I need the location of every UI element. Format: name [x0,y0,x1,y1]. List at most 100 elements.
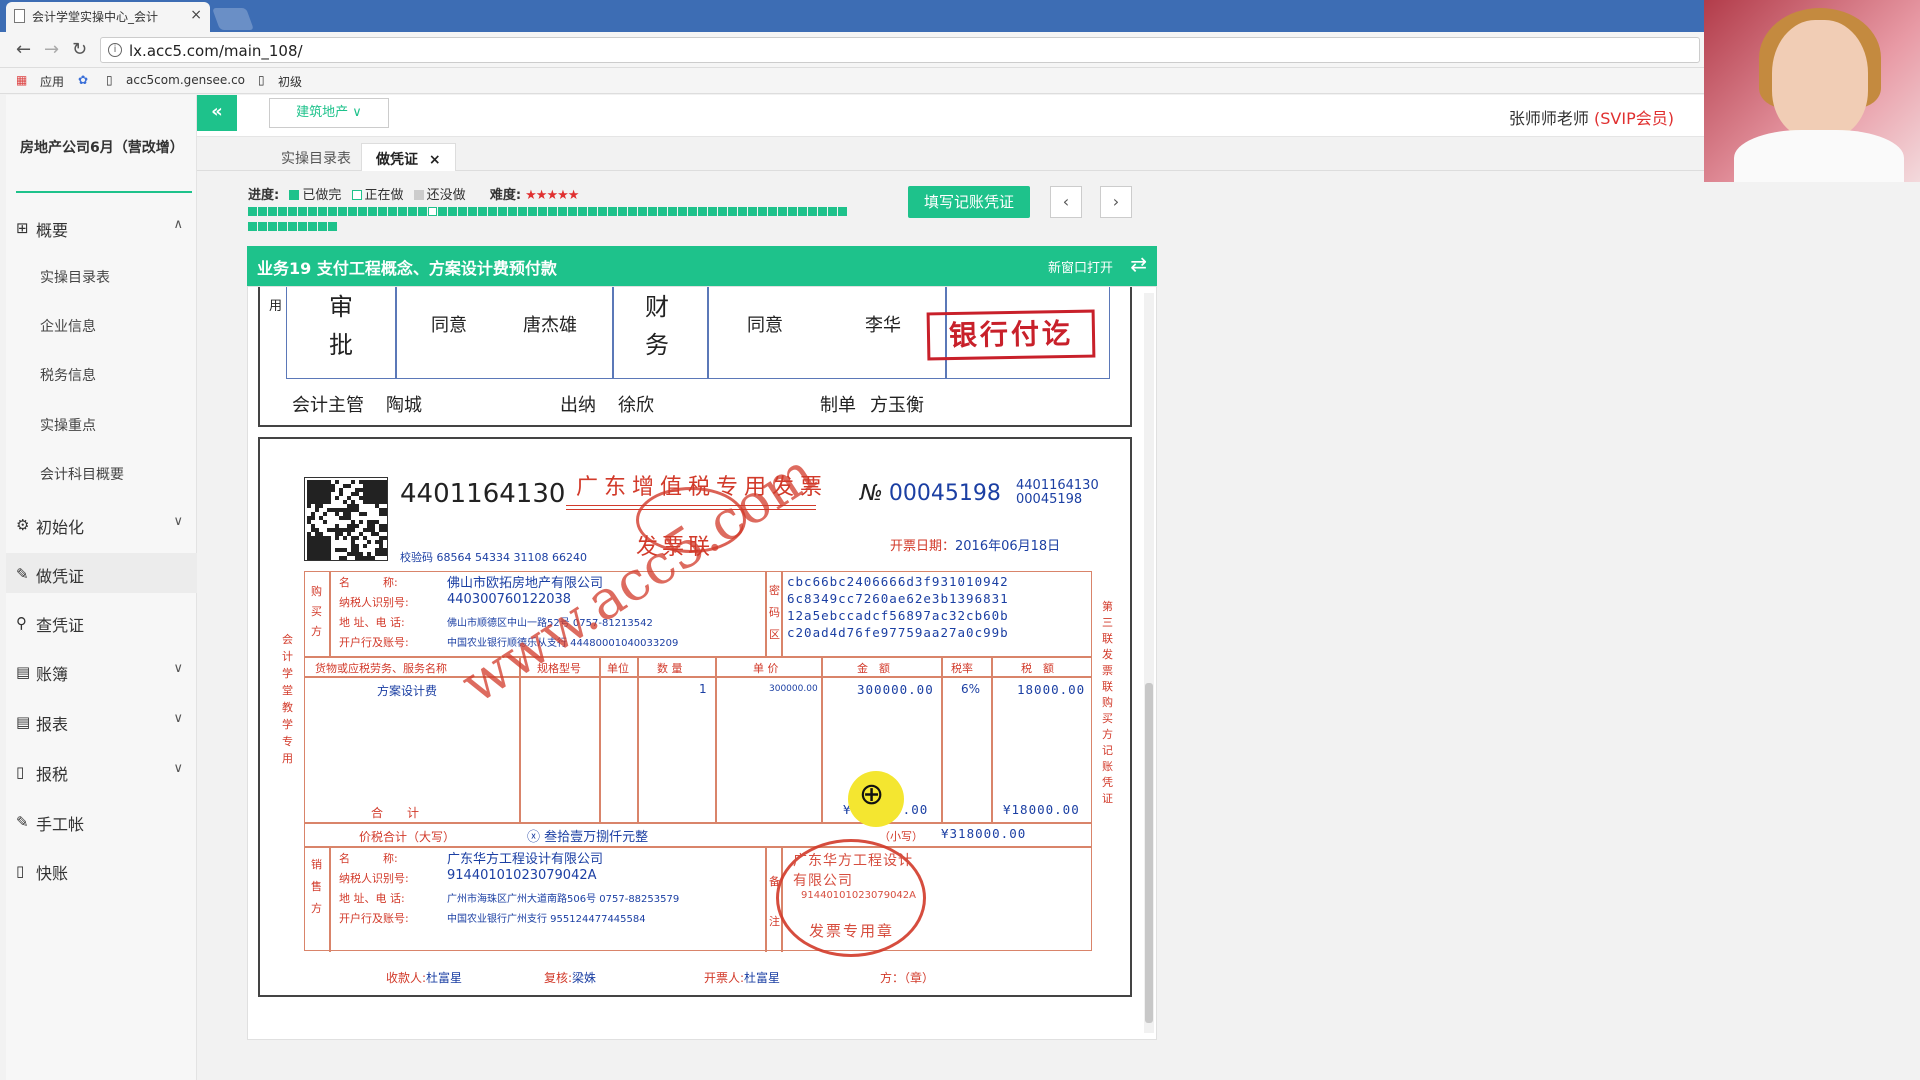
collapse-sidebar-button[interactable]: « [197,95,237,131]
submenu-item[interactable]: 实操目录表 [40,267,110,287]
progress-block[interactable] [518,207,527,216]
progress-block[interactable] [678,207,687,216]
sidebar-item-quick[interactable]: ▯ 快账 [6,850,197,890]
browser-tab[interactable]: 会计学堂实操中心_会计 × [6,2,210,32]
sidebar-item-reports[interactable]: ▤ 报表 ∨ [6,701,197,741]
progress-block[interactable] [558,207,567,216]
user-info[interactable]: 张师师老师 (SVIP会员) [1509,105,1674,129]
viewer-scrollbar[interactable] [1144,293,1154,1033]
progress-block[interactable] [718,207,727,216]
progress-block[interactable] [278,222,287,231]
submenu-item[interactable]: 会计科目概要 [40,464,124,484]
progress-block[interactable] [698,207,707,216]
submenu-item[interactable]: 税务信息 [40,365,96,385]
progress-block[interactable] [808,207,817,216]
progress-block[interactable] [478,207,487,216]
document-viewer[interactable]: 用 审 批 同意 唐杰雄 财 务 同意 李华 银行付讫 会计主管 陶城 出纳 徐… [247,286,1157,1040]
progress-block[interactable] [688,207,697,216]
fill-voucher-button[interactable]: 填写记账凭证 [908,186,1030,218]
prev-button[interactable]: ‹ [1050,186,1082,218]
progress-block[interactable] [418,207,427,216]
progress-block[interactable] [378,207,387,216]
progress-block[interactable] [298,222,307,231]
sidebar-item-init[interactable]: ⚙ 初始化 ∨ [6,504,197,544]
progress-block[interactable] [638,207,647,216]
progress-block[interactable] [768,207,777,216]
bookmark-chuji[interactable]: 初级 [278,73,302,90]
tab-catalog[interactable]: 实操目录表 [267,143,365,171]
progress-block[interactable] [668,207,677,216]
url-input[interactable]: i lx.acc5.com/main_108/ [100,37,1700,63]
close-tab-icon[interactable]: × [190,7,202,23]
progress-block[interactable] [258,222,267,231]
submenu-item[interactable]: 企业信息 [40,316,96,336]
submenu-item[interactable]: 实操重点 [40,415,96,435]
progress-block[interactable] [798,207,807,216]
progress-block[interactable] [708,207,717,216]
progress-block[interactable] [248,222,257,231]
progress-block[interactable] [498,207,507,216]
progress-block[interactable] [658,207,667,216]
progress-block[interactable] [328,222,337,231]
sidebar-item-overview[interactable]: ⊞ 概要 ∧ [6,207,197,247]
reload-icon[interactable]: ↻ [72,39,87,60]
progress-block[interactable] [508,207,517,216]
swap-icon[interactable]: ⇄ [1130,252,1147,276]
progress-block[interactable] [288,222,297,231]
progress-block[interactable] [728,207,737,216]
zoom-in-button[interactable]: ⊕ [848,771,904,827]
progress-block[interactable] [248,207,257,216]
progress-block[interactable] [628,207,637,216]
info-icon[interactable]: i [108,43,122,57]
progress-block[interactable] [298,207,307,216]
progress-block[interactable] [258,207,267,216]
progress-block[interactable] [588,207,597,216]
sidebar-item-tax[interactable]: ▯ 报税 ∨ [6,751,197,791]
sidebar-item-make-voucher[interactable]: ✎ 做凭证 [6,553,197,593]
progress-block[interactable] [458,207,467,216]
progress-block[interactable] [528,207,537,216]
apps-icon[interactable]: ▦ [16,73,27,87]
forward-icon[interactable]: → [44,39,59,60]
progress-block[interactable] [438,207,447,216]
progress-block[interactable] [348,207,357,216]
progress-block[interactable] [328,207,337,216]
progress-block[interactable] [748,207,757,216]
progress-block[interactable] [338,207,347,216]
back-icon[interactable]: ← [16,39,31,60]
progress-block[interactable] [648,207,657,216]
progress-block[interactable] [578,207,587,216]
bookmark-gensee[interactable]: acc5com.gensee.co [126,73,245,87]
progress-block[interactable] [448,207,457,216]
progress-block[interactable] [428,207,437,216]
progress-block[interactable] [618,207,627,216]
progress-block[interactable] [308,207,317,216]
progress-block[interactable] [268,222,277,231]
sidebar-item-search-voucher[interactable]: ⚲ 查凭证 [6,602,197,642]
progress-block[interactable] [408,207,417,216]
progress-block[interactable] [288,207,297,216]
progress-block[interactable] [568,207,577,216]
progress-block[interactable] [608,207,617,216]
progress-block[interactable] [468,207,477,216]
progress-block[interactable] [778,207,787,216]
progress-block[interactable] [548,207,557,216]
progress-block[interactable] [318,207,327,216]
progress-block[interactable] [788,207,797,216]
progress-block[interactable] [358,207,367,216]
next-button[interactable]: › [1100,186,1132,218]
scrollbar-thumb[interactable] [1145,683,1153,1023]
tab-make-voucher[interactable]: 做凭证 × [361,143,456,171]
progress-block[interactable] [818,207,827,216]
progress-block[interactable] [738,207,747,216]
progress-block[interactable] [388,207,397,216]
open-new-window-link[interactable]: 新窗口打开 [1048,257,1113,276]
progress-block[interactable] [268,207,277,216]
progress-block[interactable] [758,207,767,216]
progress-block[interactable] [278,207,287,216]
sidebar-item-ledger[interactable]: ▤ 账簿 ∨ [6,651,197,691]
new-tab-button[interactable] [211,8,255,30]
bookmark-apps[interactable]: 应用 [40,73,64,90]
progress-block[interactable] [398,207,407,216]
progress-block[interactable] [598,207,607,216]
